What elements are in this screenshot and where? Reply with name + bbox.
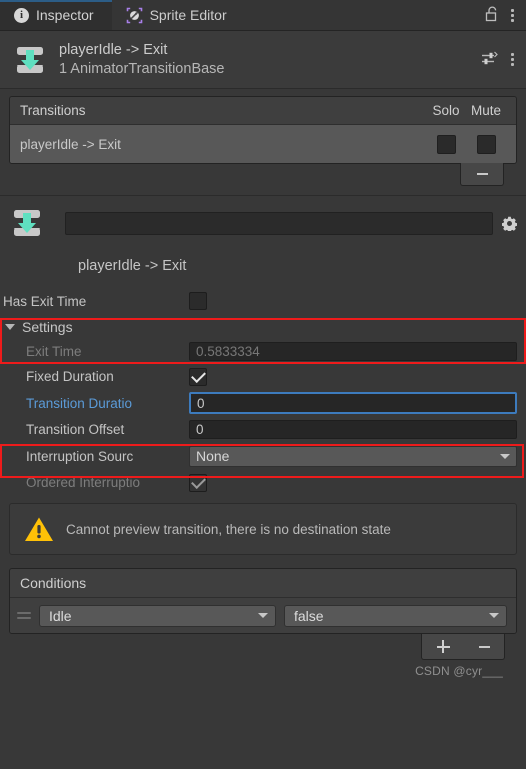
exit-time-input[interactable]: 0.5833334 [189,342,517,361]
transition-duration-label: Transition Duratio [26,395,133,411]
condition-value-dropdown[interactable]: false [284,604,507,627]
conditions-add-remove-group [421,634,505,660]
transition-name-row [9,205,518,241]
transition-properties: Has Exit Time Settings Exit Time 0.58333… [0,287,526,495]
property-interruption-source: Interruption Sourc None [0,442,517,470]
transition-duration-input[interactable]: 0 [189,392,517,414]
ordered-interruption-label: Ordered Interruptio [26,475,141,490]
object-header: playerIdle -> Exit 1 AnimatorTransitionB… [0,31,526,89]
checkmark-icon [190,367,206,383]
object-subtitle: 1 AnimatorTransitionBase [59,61,225,77]
property-ordered-interruption: Ordered Interruptio [0,470,517,495]
conditions-section: Conditions Idle false CSDN @cyr___ [0,555,526,678]
animator-transition-icon [9,205,45,241]
property-has-exit-time: Has Exit Time [0,287,517,315]
warning-box: Cannot preview transition, there is no d… [9,503,517,555]
has-exit-time-label: Has Exit Time [3,293,87,309]
condition-parameter-value: Idle [49,607,72,624]
ordered-interruption-checkbox[interactable] [189,473,207,492]
drag-handle-icon[interactable] [17,610,31,622]
property-transition-duration: Transition Duratio 0 [0,389,517,417]
transition-detail-title: playerIdle -> Exit [78,258,187,274]
transition-row-label: playerIdle -> Exit [20,136,121,152]
warning-message: Cannot preview transition, there is no d… [66,521,391,537]
solo-column-header: Solo [432,103,460,118]
condition-row: Idle false [10,598,516,633]
tab-sprite-editor-label: Sprite Editor [149,7,227,23]
settings-foldout[interactable]: Settings [0,315,517,339]
solo-checkbox[interactable] [436,134,456,154]
add-condition-button[interactable] [436,640,450,653]
remove-condition-button[interactable] [478,645,490,648]
warning-triangle-icon [24,516,54,543]
property-transition-offset: Transition Offset 0 [0,417,517,442]
condition-parameter-dropdown[interactable]: Idle [39,604,276,627]
transitions-header: Transitions Solo Mute [10,97,516,125]
conditions-footer [9,634,517,660]
settings-foldout-label: Settings [22,319,73,335]
exit-time-label: Exit Time [26,344,82,359]
object-header-actions [481,51,515,69]
transitions-header-label: Transitions [20,103,86,118]
kebab-menu-icon[interactable] [511,52,515,68]
gear-icon[interactable] [501,216,518,232]
transition-list-row[interactable]: playerIdle -> Exit [10,125,516,163]
mute-column-header: Mute [470,103,501,118]
tab-inspector[interactable]: i Inspector [0,0,112,30]
warning-section: Cannot preview transition, there is no d… [0,495,526,555]
property-exit-time: Exit Time 0.5833334 [0,339,517,364]
object-title: playerIdle -> Exit [59,42,168,58]
chevron-down-icon [489,613,499,618]
tab-inspector-label: Inspector [36,7,94,23]
editor-tab-bar: i Inspector Sprite Editor [0,0,526,31]
transitions-box: Transitions Solo Mute playerIdle -> Exit [9,96,517,164]
interruption-source-label: Interruption Sourc [26,448,134,464]
chevron-down-icon [258,613,268,618]
mute-checkbox[interactable] [476,134,496,154]
preset-sliders-icon[interactable] [481,51,498,69]
solo-checkbox-cell [426,134,466,154]
object-title-group: playerIdle -> Exit 1 AnimatorTransitionB… [59,42,225,77]
fixed-duration-checkbox[interactable] [189,367,207,386]
transitions-section: Transitions Solo Mute playerIdle -> Exit [0,89,526,186]
chevron-down-icon [5,324,15,330]
sprite-editor-icon [126,7,143,24]
info-circle-icon: i [14,7,29,23]
conditions-header-label: Conditions [20,575,87,591]
condition-value-value: false [294,607,324,624]
minus-icon [476,173,488,175]
transition-offset-input[interactable]: 0 [189,420,517,439]
chevron-down-icon [500,453,510,459]
checkmark-icon [190,473,206,489]
fixed-duration-label: Fixed Duration [26,369,114,384]
conditions-box: Conditions Idle false [9,568,517,634]
kebab-menu-icon[interactable] [511,7,515,23]
tab-sprite-editor[interactable]: Sprite Editor [111,0,245,30]
transition-offset-label: Transition Offset [26,422,125,437]
animator-transition-icon [12,42,48,78]
property-fixed-duration: Fixed Duration [0,364,517,389]
transition-detail: playerIdle -> Exit [0,196,526,274]
transitions-list-footer [9,163,517,186]
has-exit-time-checkbox[interactable] [189,292,207,310]
interruption-source-value: None [196,448,230,464]
remove-transition-button[interactable] [460,163,504,186]
mute-checkbox-cell [466,134,506,154]
unlocked-padlock-icon[interactable] [485,6,499,25]
conditions-header: Conditions [10,569,516,598]
watermark: CSDN @cyr___ [415,664,503,678]
interruption-source-dropdown[interactable]: None [189,445,517,467]
tab-bar-actions [485,0,526,30]
transition-name-input[interactable] [65,211,493,235]
